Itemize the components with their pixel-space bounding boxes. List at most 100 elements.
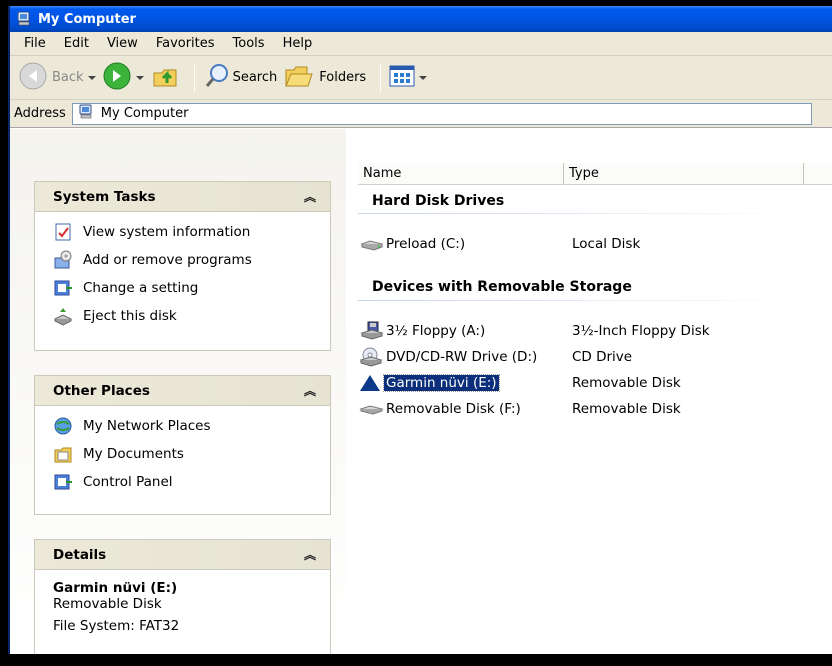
eject-this-disk-link[interactable]: Eject this disk [53, 302, 330, 330]
up-folder-button[interactable] [150, 61, 180, 95]
details-title: Details [53, 546, 107, 563]
search-label: Search [232, 70, 278, 85]
views-icon [389, 64, 415, 92]
drive-item-garmin-e[interactable]: Garmin nüvi (E:) Removable Disk [358, 372, 681, 394]
forward-button[interactable] [102, 61, 144, 95]
toolbar-separator [193, 63, 195, 92]
address-label: Address [14, 106, 66, 121]
forward-dropdown-icon[interactable] [135, 75, 144, 80]
menu-view[interactable]: View [99, 36, 148, 51]
back-label: Back [52, 70, 84, 85]
menu-favorites[interactable]: Favorites [148, 36, 225, 51]
search-button[interactable]: Search [203, 62, 278, 94]
task-label: Add or remove programs [83, 252, 252, 268]
toolbar: Back Search Folders [10, 56, 832, 100]
address-value: My Computer [100, 106, 189, 121]
network-places-icon [53, 416, 73, 436]
my-network-places-link[interactable]: My Network Places [53, 412, 330, 440]
drive-label: Removable Disk (F:) [386, 401, 521, 417]
title-bar[interactable]: My Computer [10, 6, 832, 32]
group-divider [358, 300, 806, 301]
drive-type: Removable Disk [572, 401, 681, 417]
drive-type: 3½-Inch Floppy Disk [572, 323, 710, 339]
file-list-view: Name Type Hard Disk Drives Preload (C:) … [346, 129, 832, 654]
collapse-chevron-icon[interactable]: ︽ [304, 382, 316, 399]
drive-label: Garmin nüvi (E:) [383, 374, 500, 392]
system-tasks-header[interactable]: System Tasks ︽ [34, 181, 331, 211]
drive-type: Local Disk [572, 236, 641, 252]
column-header-name[interactable]: Name [358, 163, 564, 184]
details-panel: Details ︽ Garmin nüvi (E:) Removable Dis… [34, 539, 331, 654]
add-remove-programs-icon [53, 250, 73, 270]
details-item-type: Removable Disk [53, 596, 162, 612]
column-header-extra[interactable] [804, 163, 832, 184]
drive-item-dvd-d[interactable]: DVD/CD-RW Drive (D:) CD Drive [358, 346, 632, 368]
drive-label: Preload (C:) [386, 236, 466, 252]
column-header-type[interactable]: Type [564, 163, 804, 184]
system-tasks-panel: System Tasks ︽ View system information A… [34, 181, 331, 351]
details-header[interactable]: Details ︽ [34, 539, 331, 569]
group-hard-disk-drives: Hard Disk Drives [372, 193, 505, 209]
menu-help[interactable]: Help [275, 36, 323, 51]
back-dropdown-icon[interactable] [87, 75, 96, 80]
menu-file[interactable]: File [16, 36, 56, 51]
place-label: My Documents [83, 446, 184, 462]
group-divider [358, 213, 806, 214]
collapse-chevron-icon[interactable]: ︽ [304, 188, 316, 205]
eject-disk-icon [53, 306, 73, 326]
task-label: Eject this disk [83, 308, 177, 324]
add-remove-programs-link[interactable]: Add or remove programs [53, 246, 330, 274]
control-panel-icon [53, 472, 73, 492]
forward-arrow-icon [102, 61, 132, 95]
other-places-header[interactable]: Other Places ︽ [34, 375, 331, 405]
address-bar: Address My Computer [10, 100, 832, 128]
control-panel-link[interactable]: Control Panel [53, 468, 330, 496]
folders-button[interactable]: Folders [283, 62, 366, 94]
window-title: My Computer [38, 11, 136, 27]
drive-item-removable-f[interactable]: Removable Disk (F:) Removable Disk [358, 398, 681, 420]
hard-drive-icon [358, 234, 384, 254]
collapse-chevron-icon[interactable]: ︽ [304, 546, 316, 563]
views-dropdown-icon[interactable] [419, 75, 428, 80]
system-tasks-title: System Tasks [53, 188, 156, 205]
menu-edit[interactable]: Edit [56, 36, 99, 51]
my-computer-icon [16, 11, 32, 27]
back-button[interactable]: Back [18, 61, 96, 95]
system-info-icon [53, 222, 73, 242]
cd-drive-icon [358, 347, 384, 367]
drive-label: DVD/CD-RW Drive (D:) [386, 349, 538, 365]
drive-type: Removable Disk [572, 375, 681, 391]
address-field[interactable]: My Computer [71, 102, 812, 125]
removable-disk-icon [358, 399, 384, 419]
place-label: Control Panel [83, 474, 173, 490]
my-documents-link[interactable]: My Documents [53, 440, 330, 468]
menu-bar: File Edit View Favorites Tools Help [10, 32, 832, 56]
my-computer-window: My Computer File Edit View Favorites Too… [8, 6, 832, 654]
group-removable-storage: Devices with Removable Storage [372, 279, 632, 295]
my-computer-icon [77, 103, 95, 125]
details-filesystem: File System: FAT32 [53, 618, 180, 634]
place-label: My Network Places [83, 418, 211, 434]
views-button[interactable] [389, 64, 428, 92]
drive-item-preload-c[interactable]: Preload (C:) Local Disk [358, 233, 640, 255]
my-documents-icon [53, 444, 73, 464]
details-item-name: Garmin nüvi (E:) [53, 580, 178, 596]
up-folder-icon [150, 61, 180, 95]
folders-label: Folders [319, 70, 367, 85]
drive-item-floppy-a[interactable]: 3½ Floppy (A:) 3½-Inch Floppy Disk [358, 320, 710, 342]
change-a-setting-link[interactable]: Change a setting [53, 274, 330, 302]
back-arrow-icon [18, 61, 48, 95]
toolbar-separator [380, 63, 382, 92]
drive-label: 3½ Floppy (A:) [386, 323, 486, 339]
task-label: Change a setting [83, 280, 199, 296]
search-icon [203, 62, 231, 94]
menu-tools[interactable]: Tools [225, 36, 275, 51]
other-places-panel: Other Places ︽ My Network Places My Docu… [34, 375, 331, 515]
control-panel-icon [53, 278, 73, 298]
view-system-information-link[interactable]: View system information [53, 218, 330, 246]
other-places-title: Other Places [53, 382, 150, 399]
floppy-drive-icon [358, 321, 384, 341]
drive-type: CD Drive [572, 349, 633, 365]
garmin-triangle-icon [358, 373, 384, 393]
task-label: View system information [83, 224, 251, 240]
